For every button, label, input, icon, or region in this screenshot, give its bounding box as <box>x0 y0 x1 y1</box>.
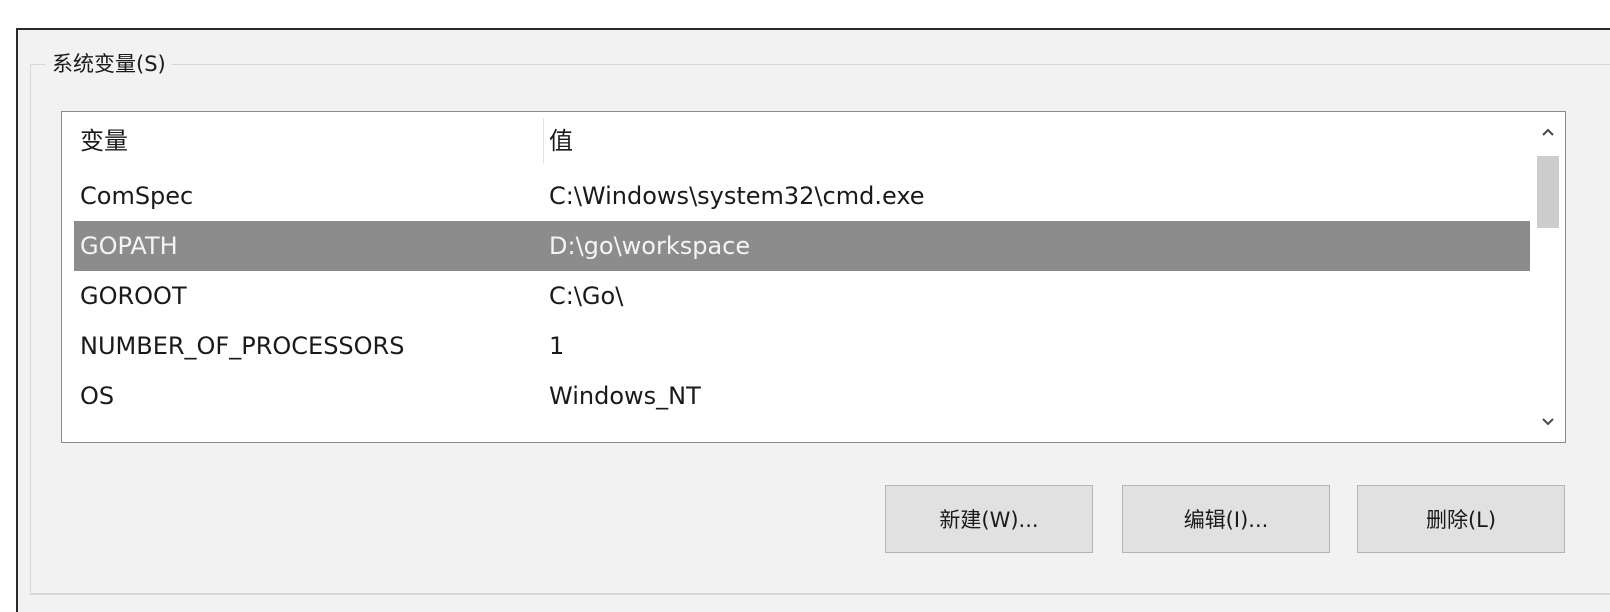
scroll-down-button[interactable] <box>1531 402 1565 442</box>
variable-value: Windows_NT <box>549 382 701 410</box>
vertical-scrollbar[interactable] <box>1531 112 1565 442</box>
group-title: 系统变量(S) <box>46 50 172 78</box>
new-button[interactable]: 新建(W)... <box>885 485 1093 553</box>
table-row[interactable]: OS Windows_NT <box>74 371 1530 421</box>
variable-value: 1 <box>549 332 565 360</box>
variable-value: D:\go\workspace <box>549 232 751 260</box>
variable-name: GOPATH <box>80 232 178 260</box>
divider <box>30 594 1610 595</box>
column-divider[interactable] <box>543 118 544 164</box>
table-row[interactable]: NUMBER_OF_PROCESSORS 1 <box>74 321 1530 371</box>
delete-button[interactable]: 删除(L) <box>1357 485 1565 553</box>
variables-list[interactable]: 变量 值 ComSpec C:\Windows\system32\cmd.exe… <box>61 111 1566 443</box>
table-row[interactable]: GOROOT C:\Go\ <box>74 271 1530 321</box>
list-header: 变量 值 <box>74 116 1530 166</box>
chevron-down-icon <box>1542 418 1554 426</box>
variable-value: C:\Go\ <box>549 282 624 310</box>
column-header-value[interactable]: 值 <box>549 116 573 166</box>
chevron-up-icon <box>1542 128 1554 136</box>
variable-name: NUMBER_OF_PROCESSORS <box>80 332 405 360</box>
edit-button[interactable]: 编辑(I)... <box>1122 485 1330 553</box>
scroll-thumb[interactable] <box>1537 156 1559 228</box>
system-variables-panel: 系统变量(S) 变量 值 ComSpec C:\Windows\system32… <box>0 0 1610 612</box>
column-header-name[interactable]: 变量 <box>80 116 128 166</box>
scroll-up-button[interactable] <box>1531 112 1565 152</box>
variable-name: ComSpec <box>80 182 194 210</box>
variable-name: OS <box>80 382 115 410</box>
variable-value: C:\Windows\system32\cmd.exe <box>549 182 925 210</box>
table-row-selected[interactable]: GOPATH D:\go\workspace <box>74 221 1530 271</box>
variable-name: GOROOT <box>80 282 187 310</box>
table-row[interactable]: ComSpec C:\Windows\system32\cmd.exe <box>74 171 1530 221</box>
